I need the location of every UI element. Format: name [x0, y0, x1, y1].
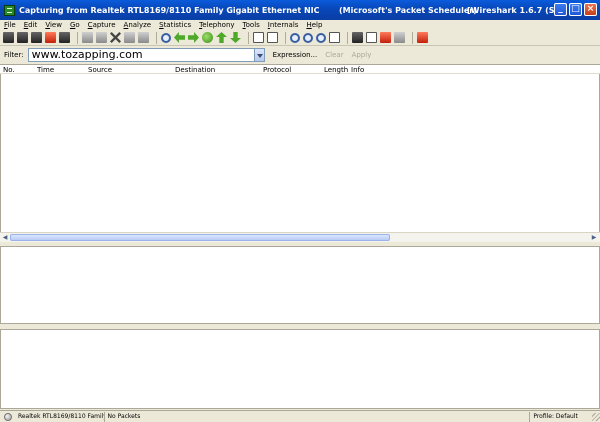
menu-bar: File Edit View Go Capture Analyze Statis…: [0, 20, 600, 30]
help-icon[interactable]: [417, 32, 428, 43]
find-packet-icon[interactable]: [161, 32, 171, 43]
zoom-out-icon[interactable]: [303, 32, 313, 43]
display-filters-icon[interactable]: [366, 32, 377, 43]
column-header-length[interactable]: Length: [324, 66, 348, 74]
coloring-rules-icon[interactable]: [380, 32, 391, 43]
print-icon[interactable]: [138, 32, 149, 43]
packet-list-header: No. Time Source Destination Protocol Len…: [0, 64, 600, 74]
window-title: Capturing from Realtek RTL8169/8110 Fami…: [19, 5, 320, 15]
window-controls: _ □ ×: [554, 3, 597, 16]
wireshark-app-icon[interactable]: [4, 4, 15, 16]
window-title-adapter: (Microsoft's Packet Scheduler): [339, 5, 477, 15]
toolbar-separator: [77, 31, 78, 44]
preferences-icon[interactable]: [394, 32, 405, 43]
close-button[interactable]: ×: [584, 3, 597, 16]
colorize-icon[interactable]: [253, 32, 264, 43]
packet-bytes-pane[interactable]: [0, 329, 600, 409]
capture-filters-icon[interactable]: [352, 32, 363, 43]
filter-dropdown-button[interactable]: [254, 48, 265, 62]
title-bar[interactable]: Capturing from Realtek RTL8169/8110 Fami…: [0, 0, 600, 20]
menu-telephony[interactable]: Telephony: [199, 21, 234, 29]
zoom-in-icon[interactable]: [290, 32, 300, 43]
menu-help[interactable]: Help: [306, 21, 322, 29]
stop-capture-icon[interactable]: [45, 32, 56, 43]
toolbar-separator: [412, 31, 413, 44]
filter-input[interactable]: www.tozapping.com: [27, 48, 255, 62]
packet-details-pane[interactable]: [0, 246, 600, 324]
main-toolbar: [0, 30, 600, 46]
menu-internals[interactable]: Internals: [268, 21, 299, 29]
go-to-packet-icon[interactable]: [202, 32, 213, 43]
column-header-info[interactable]: Info: [351, 66, 364, 74]
expression-button[interactable]: Expression...: [273, 51, 318, 59]
open-file-icon[interactable]: [82, 32, 93, 43]
start-capture-icon[interactable]: [31, 32, 42, 43]
menu-edit[interactable]: Edit: [24, 21, 38, 29]
filter-label: Filter:: [4, 51, 24, 59]
toolbar-separator: [285, 31, 286, 44]
save-file-icon[interactable]: [96, 32, 107, 43]
menu-statistics[interactable]: Statistics: [159, 21, 191, 29]
close-file-icon[interactable]: [110, 32, 121, 43]
menu-capture[interactable]: Capture: [88, 21, 116, 29]
restart-capture-icon[interactable]: [59, 32, 70, 43]
resize-columns-icon[interactable]: [329, 32, 340, 43]
expert-info-icon[interactable]: [4, 412, 12, 421]
menu-go[interactable]: Go: [70, 21, 80, 29]
clear-button[interactable]: Clear: [325, 51, 343, 59]
reload-icon[interactable]: [124, 32, 135, 43]
status-packets: No Packets: [105, 411, 531, 422]
column-header-destination[interactable]: Destination: [175, 66, 215, 74]
status-profile[interactable]: Profile: Default: [530, 412, 590, 422]
menu-file[interactable]: File: [4, 21, 16, 29]
packet-list-hscrollbar[interactable]: ◀ ▶: [0, 232, 600, 242]
status-bar: Realtek RTL8169/8110 Family... No Packet…: [0, 410, 600, 422]
capture-options-icon[interactable]: [17, 32, 28, 43]
column-header-time[interactable]: Time: [37, 66, 54, 74]
apply-button[interactable]: Apply: [352, 51, 372, 59]
toolbar-separator: [248, 31, 249, 44]
go-back-icon[interactable]: [174, 32, 185, 43]
column-header-source[interactable]: Source: [88, 66, 112, 74]
go-first-icon[interactable]: [216, 32, 227, 43]
menu-analyze[interactable]: Analyze: [124, 21, 152, 29]
maximize-button[interactable]: □: [569, 3, 582, 16]
column-header-no[interactable]: No.: [3, 66, 15, 74]
menu-view[interactable]: View: [45, 21, 62, 29]
status-interface: Realtek RTL8169/8110 Family...: [15, 411, 105, 422]
minimize-button[interactable]: _: [554, 3, 567, 16]
packet-list-pane[interactable]: [0, 74, 600, 232]
toolbar-separator: [156, 31, 157, 44]
toolbar-separator: [347, 31, 348, 44]
normal-size-icon[interactable]: [316, 32, 326, 43]
scroll-right-icon[interactable]: ▶: [590, 234, 598, 242]
column-header-protocol[interactable]: Protocol: [263, 66, 291, 74]
interface-list-icon[interactable]: [3, 32, 14, 43]
resize-grip-icon[interactable]: [592, 412, 600, 421]
filter-toolbar: Filter: www.tozapping.com Expression... …: [0, 47, 600, 63]
scrollbar-thumb[interactable]: [10, 234, 390, 241]
go-last-icon[interactable]: [230, 32, 241, 43]
autoscroll-icon[interactable]: [267, 32, 278, 43]
menu-tools[interactable]: Tools: [243, 21, 260, 29]
scroll-left-icon[interactable]: ◀: [1, 234, 9, 242]
go-forward-icon[interactable]: [188, 32, 199, 43]
